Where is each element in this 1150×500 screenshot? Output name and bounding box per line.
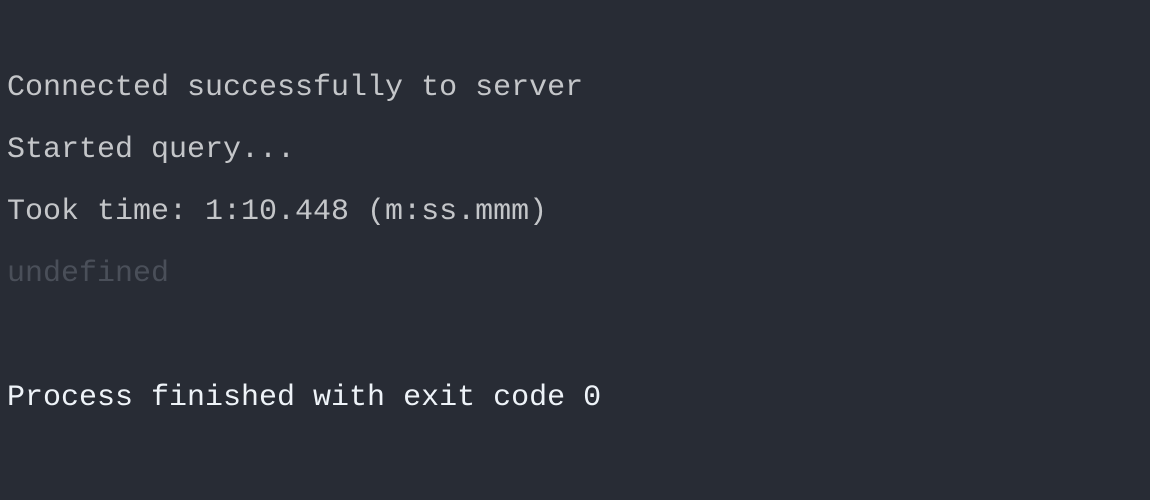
- console-line-took-time: Took time: 1:10.448 (m:ss.mmm): [7, 195, 548, 229]
- console-line-connected: Connected successfully to server: [7, 71, 584, 105]
- process-exit-message: Process finished with exit code 0: [7, 381, 602, 415]
- console-line-undefined: undefined: [7, 257, 170, 291]
- console-line-started-query: Started query...: [7, 133, 296, 167]
